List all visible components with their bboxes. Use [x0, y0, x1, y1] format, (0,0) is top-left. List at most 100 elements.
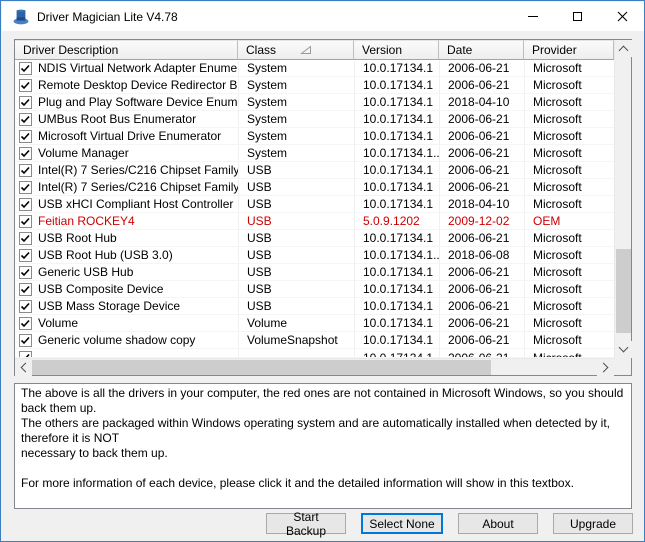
select-none-button[interactable]: Select None	[361, 513, 443, 534]
chevron-down-icon	[619, 343, 629, 353]
column-header-date[interactable]: Date	[439, 40, 524, 60]
driver-row[interactable]: USB Mass Storage DeviceUSB10.0.17134.120…	[15, 298, 614, 315]
row-checkbox[interactable]	[19, 79, 32, 92]
driver-class-cell: System	[238, 145, 354, 161]
driver-date-cell: 2018-06-08	[439, 247, 524, 263]
scroll-right-button[interactable]	[597, 359, 614, 376]
maximize-button[interactable]	[555, 2, 600, 31]
driver-date-cell: 2009-12-02	[439, 213, 524, 229]
driver-row[interactable]: UMBus Root Bus EnumeratorSystem10.0.1713…	[15, 111, 614, 128]
row-checkbox[interactable]	[19, 283, 32, 296]
driver-version-cell: 10.0.17134.1	[354, 196, 439, 212]
driver-row[interactable]: Microsoft Virtual Drive EnumeratorSystem…	[15, 128, 614, 145]
driver-row[interactable]: USB Composite DeviceUSB10.0.17134.12006-…	[15, 281, 614, 298]
column-header-provider[interactable]: Provider	[524, 40, 614, 60]
driver-provider-cell: OEM	[524, 213, 614, 229]
driver-row[interactable]: Intel(R) 7 Series/C216 Chipset Family US…	[15, 179, 614, 196]
driver-description-cell: USB Root Hub (USB 3.0)	[15, 248, 238, 262]
row-checkbox[interactable]	[19, 266, 32, 279]
magician-hat-icon	[13, 9, 29, 25]
driver-description-cell: Generic USB Hub	[15, 265, 238, 279]
row-checkbox[interactable]	[19, 249, 32, 262]
driver-provider-cell: Microsoft	[524, 230, 614, 246]
driver-version-cell: 10.0.17134.1	[354, 298, 439, 314]
driver-class-cell: USB	[238, 162, 354, 178]
row-checkbox[interactable]	[19, 300, 32, 313]
driver-provider-cell: Microsoft	[524, 94, 614, 110]
driver-description-text: Remote Desktop Device Redirector Bus	[38, 78, 238, 92]
row-checkbox[interactable]	[19, 113, 32, 126]
driver-row[interactable]: Intel(R) 7 Series/C216 Chipset Family US…	[15, 162, 614, 179]
driver-description-text: USB Root Hub (USB 3.0)	[38, 248, 173, 262]
close-button[interactable]	[600, 2, 645, 31]
driver-provider-cell: Microsoft	[524, 315, 614, 331]
column-header-class[interactable]: Class	[238, 40, 354, 60]
driver-version-cell: 10.0.17134.1...	[354, 145, 439, 161]
driver-date-cell: 2006-06-21	[439, 111, 524, 127]
driver-row[interactable]: VolumeVolume10.0.17134.12006-06-21Micros…	[15, 315, 614, 332]
row-checkbox[interactable]	[19, 147, 32, 160]
scroll-down-button[interactable]	[615, 341, 632, 358]
row-checkbox[interactable]	[19, 334, 32, 347]
row-checkbox[interactable]	[19, 96, 32, 109]
driver-date-cell: 2006-06-21	[439, 332, 524, 348]
driver-description-cell: Microsoft Virtual Drive Enumerator	[15, 129, 238, 143]
driver-description-cell: Feitian ROCKEY4	[15, 214, 238, 228]
driver-class-cell: Volume	[238, 315, 354, 331]
driver-row[interactable]: USB Root Hub (USB 3.0)USB10.0.17134.1...…	[15, 247, 614, 264]
driver-class-cell: System	[238, 111, 354, 127]
row-checkbox[interactable]	[19, 351, 32, 358]
driver-provider-cell: Microsoft	[524, 196, 614, 212]
driver-class-cell: USB	[238, 298, 354, 314]
upgrade-button[interactable]: Upgrade	[553, 513, 633, 534]
vertical-scrollbar[interactable]	[614, 40, 631, 358]
driver-version-cell: 10.0.17134.1	[354, 332, 439, 348]
driver-row[interactable]: Plug and Play Software Device Enumerator…	[15, 94, 614, 111]
driver-provider-cell: Microsoft	[524, 332, 614, 348]
driver-description-cell: Remote Desktop Device Redirector Bus	[15, 78, 238, 92]
row-checkbox[interactable]	[19, 215, 32, 228]
button-bar: Start Backup Select None About Upgrade	[1, 513, 645, 536]
driver-row[interactable]: Generic USB HubUSB10.0.17134.12006-06-21…	[15, 264, 614, 281]
driver-class-cell: System	[238, 94, 354, 110]
horizontal-scrollbar[interactable]	[15, 358, 614, 375]
row-checkbox[interactable]	[19, 130, 32, 143]
driver-date-cell: 2006-06-21	[439, 77, 524, 93]
row-checkbox[interactable]	[19, 317, 32, 330]
chevron-left-icon	[21, 363, 31, 373]
driver-date-cell: 2018-04-10	[439, 94, 524, 110]
info-textbox[interactable]: The above is all the drivers in your com…	[14, 383, 632, 509]
driver-row[interactable]: Generic volume shadow copyVolumeSnapshot…	[15, 332, 614, 349]
column-header-version[interactable]: Version	[354, 40, 439, 60]
row-checkbox[interactable]	[19, 181, 32, 194]
about-button[interactable]: About	[458, 513, 538, 534]
driver-description-cell: Volume	[15, 316, 238, 330]
row-checkbox[interactable]	[19, 62, 32, 75]
row-checkbox[interactable]	[19, 198, 32, 211]
driver-class-cell: System	[238, 60, 354, 76]
driver-version-cell: 10.0.17134.1	[354, 264, 439, 280]
driver-class-cell: USB	[238, 196, 354, 212]
driver-row[interactable]: Volume ManagerSystem10.0.17134.1...2006-…	[15, 145, 614, 162]
vertical-scrollbar-thumb[interactable]	[616, 249, 631, 333]
driver-provider-cell: Microsoft	[524, 281, 614, 297]
driver-row[interactable]: NDIS Virtual Network Adapter EnumeratorS…	[15, 60, 614, 77]
scroll-up-button[interactable]	[615, 40, 632, 57]
start-backup-button[interactable]: Start Backup	[266, 513, 346, 534]
driver-class-cell: USB	[238, 247, 354, 263]
row-checkbox[interactable]	[19, 164, 32, 177]
minimize-button[interactable]	[510, 2, 555, 31]
driver-row[interactable]: USB Root HubUSB10.0.17134.12006-06-21Mic…	[15, 230, 614, 247]
row-checkbox[interactable]	[19, 232, 32, 245]
driver-row-partial[interactable]: 10.0.17134.12006-06-21Microsoft	[15, 349, 614, 358]
scroll-left-button[interactable]	[15, 359, 32, 376]
driver-row[interactable]: Remote Desktop Device Redirector BusSyst…	[15, 77, 614, 94]
horizontal-scrollbar-thumb[interactable]	[32, 360, 491, 375]
driver-row[interactable]: USB xHCI Compliant Host ControllerUSB10.…	[15, 196, 614, 213]
driver-row[interactable]: Feitian ROCKEY4USB5.0.9.12022009-12-02OE…	[15, 213, 614, 230]
column-header-driver-description[interactable]: Driver Description	[15, 40, 238, 60]
driver-description-text: Microsoft Virtual Drive Enumerator	[38, 129, 221, 143]
driver-description-cell: USB xHCI Compliant Host Controller	[15, 197, 238, 211]
driver-version-cell: 10.0.17134.1	[354, 281, 439, 297]
driver-version-cell: 10.0.17134.1	[354, 230, 439, 246]
